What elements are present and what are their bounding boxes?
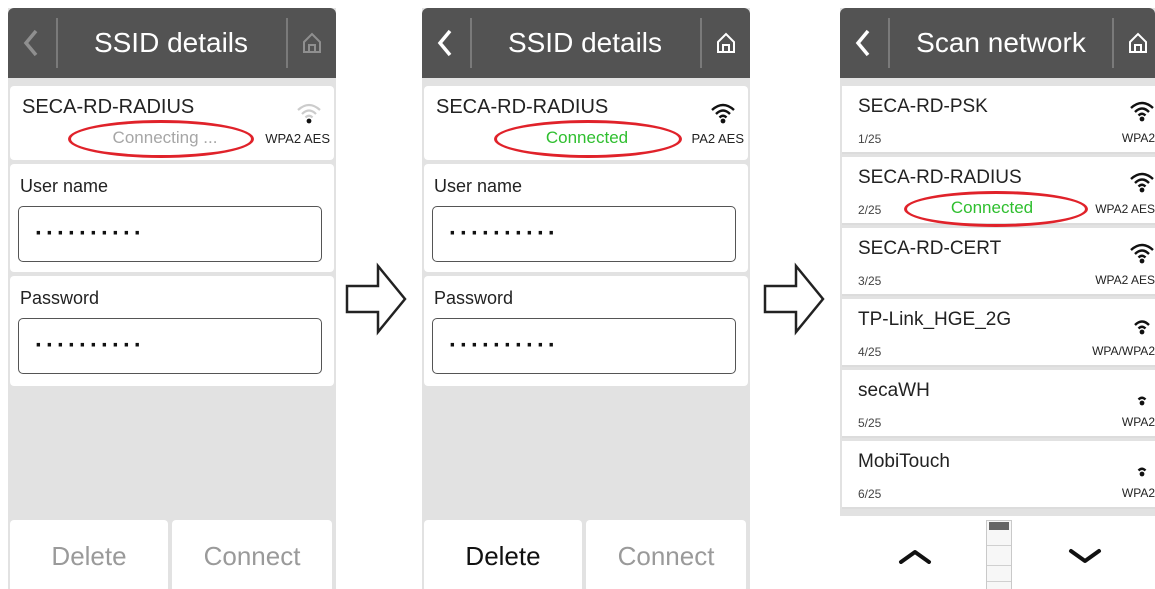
password-label: Password xyxy=(20,288,100,308)
back-button[interactable] xyxy=(422,8,468,78)
back-button[interactable] xyxy=(840,8,886,78)
title-separator xyxy=(286,18,288,68)
chevron-left-icon xyxy=(437,29,452,57)
network-name: SECA-RD-RADIUS xyxy=(22,96,195,118)
username-label: User name xyxy=(20,176,109,196)
username-card: User name ·········· xyxy=(424,164,748,272)
network-index: 3/25 xyxy=(858,274,882,288)
highlight-ellipse xyxy=(904,191,1088,227)
scroll-up-button[interactable] xyxy=(870,528,960,584)
chevron-down-icon xyxy=(1069,549,1101,563)
highlight-ellipse xyxy=(68,120,254,158)
password-card: Password ·········· xyxy=(10,276,334,386)
scroll-controls xyxy=(840,516,1155,589)
network-list-item[interactable]: SECA-RD-RADIUS 2/25 WPA2 AES Connected xyxy=(842,157,1155,227)
home-button[interactable] xyxy=(1118,8,1155,78)
password-field[interactable]: ·········· xyxy=(432,318,736,374)
chevron-left-icon xyxy=(855,29,870,57)
title-separator xyxy=(700,18,702,68)
network-name: SECA-RD-CERT xyxy=(858,238,1002,259)
network-name: secaWH xyxy=(858,380,930,401)
security-type: WPA2 AES xyxy=(1095,202,1155,216)
network-index: 6/25 xyxy=(858,487,882,501)
network-index: 2/25 xyxy=(858,203,882,217)
wifi-signal-icon xyxy=(1130,172,1154,193)
network-name: SECA-RD-PSK xyxy=(858,96,988,117)
network-list-item[interactable]: SECA-RD-CERT 3/25 WPA2 AES xyxy=(842,228,1155,296)
page-title: SSID details xyxy=(507,27,663,58)
network-name: SECA-RD-RADIUS xyxy=(436,96,609,118)
home-button[interactable] xyxy=(292,8,332,78)
scan-network-screen: Scan network SECA-RD-PSK 1/25 WPA2 SECA-RD-… xyxy=(840,8,1155,589)
password-label: Password xyxy=(434,288,514,308)
title-separator xyxy=(888,18,890,68)
chevron-left-icon xyxy=(23,29,38,57)
wifi-signal-icon xyxy=(711,103,735,124)
ssid-details-screen-connected: SSID details SECA-RD-RADIUS Connected PA… xyxy=(422,8,750,589)
password-card: Password ·········· xyxy=(424,276,748,386)
security-type: PA2 AES xyxy=(691,131,744,146)
wifi-signal-icon xyxy=(1130,456,1154,477)
scroll-divider xyxy=(987,565,1011,566)
username-card: User name ·········· xyxy=(10,164,334,272)
network-index: 4/25 xyxy=(858,345,882,359)
right-arrow-icon xyxy=(345,262,407,336)
scroll-down-button[interactable] xyxy=(1040,528,1130,584)
page-title: Scan network xyxy=(916,27,1086,58)
right-arrow-icon xyxy=(763,262,825,336)
delete-button[interactable]: Delete xyxy=(424,520,582,589)
network-index: 1/25 xyxy=(858,132,882,146)
home-icon xyxy=(303,32,321,53)
page-title: SSID details xyxy=(93,27,249,58)
wifi-signal-icon xyxy=(297,103,321,124)
wifi-signal-icon xyxy=(1130,314,1154,335)
scroll-position-indicator[interactable] xyxy=(986,520,1012,589)
network-card: SECA-RD-RADIUS Connected PA2 AES xyxy=(424,86,748,160)
home-icon xyxy=(717,32,735,53)
network-card: SECA-RD-RADIUS Connecting ... WPA2 AES xyxy=(10,86,334,160)
network-list-item[interactable]: TP-Link_HGE_2G 4/25 WPA/WPA2 xyxy=(842,299,1155,367)
wifi-signal-icon xyxy=(1130,243,1154,264)
back-button[interactable] xyxy=(8,8,54,78)
home-icon xyxy=(1129,32,1147,53)
chevron-up-icon xyxy=(899,550,931,564)
network-name: SECA-RD-RADIUS xyxy=(858,167,1022,188)
network-list-item[interactable]: SECA-RD-PSK 1/25 WPA2 xyxy=(842,86,1155,154)
security-type: WPA2 AES xyxy=(265,131,330,146)
network-index: 5/25 xyxy=(858,416,882,430)
security-type: WPA2 xyxy=(1121,131,1155,145)
scroll-divider xyxy=(987,581,1011,582)
connect-button[interactable]: Connect xyxy=(586,520,746,589)
security-type: WPA2 xyxy=(1121,415,1155,429)
connect-button[interactable]: Connect xyxy=(172,520,332,589)
network-name: MobiTouch xyxy=(858,451,950,472)
wifi-signal-icon xyxy=(1130,101,1154,122)
security-type: WPA2 AES xyxy=(1095,273,1155,287)
network-list-item[interactable]: secaWH 5/25 WPA2 xyxy=(842,370,1155,438)
security-type: WPA2 xyxy=(1121,486,1155,500)
home-button[interactable] xyxy=(706,8,746,78)
title-bar: SSID details xyxy=(8,8,336,78)
security-type: WPA/WPA2 xyxy=(1092,344,1155,358)
network-name: TP-Link_HGE_2G xyxy=(858,309,1012,330)
username-field[interactable]: ·········· xyxy=(432,206,736,262)
ssid-details-screen-connecting: SSID details SECA-RD-RADIUS Connecting .… xyxy=(8,8,336,589)
scroll-thumb[interactable] xyxy=(989,522,1009,530)
username-label: User name xyxy=(434,176,523,196)
password-field[interactable]: ·········· xyxy=(18,318,322,374)
delete-button[interactable]: Delete xyxy=(10,520,168,589)
title-bar: Scan network xyxy=(840,8,1155,78)
network-list-item[interactable]: MobiTouch 6/25 WPA2 xyxy=(842,441,1155,509)
title-bar: SSID details xyxy=(422,8,750,78)
wifi-signal-icon xyxy=(1130,385,1154,406)
highlight-ellipse xyxy=(494,120,682,158)
title-separator xyxy=(1112,18,1114,68)
scroll-divider xyxy=(987,545,1011,546)
username-field[interactable]: ·········· xyxy=(18,206,322,262)
